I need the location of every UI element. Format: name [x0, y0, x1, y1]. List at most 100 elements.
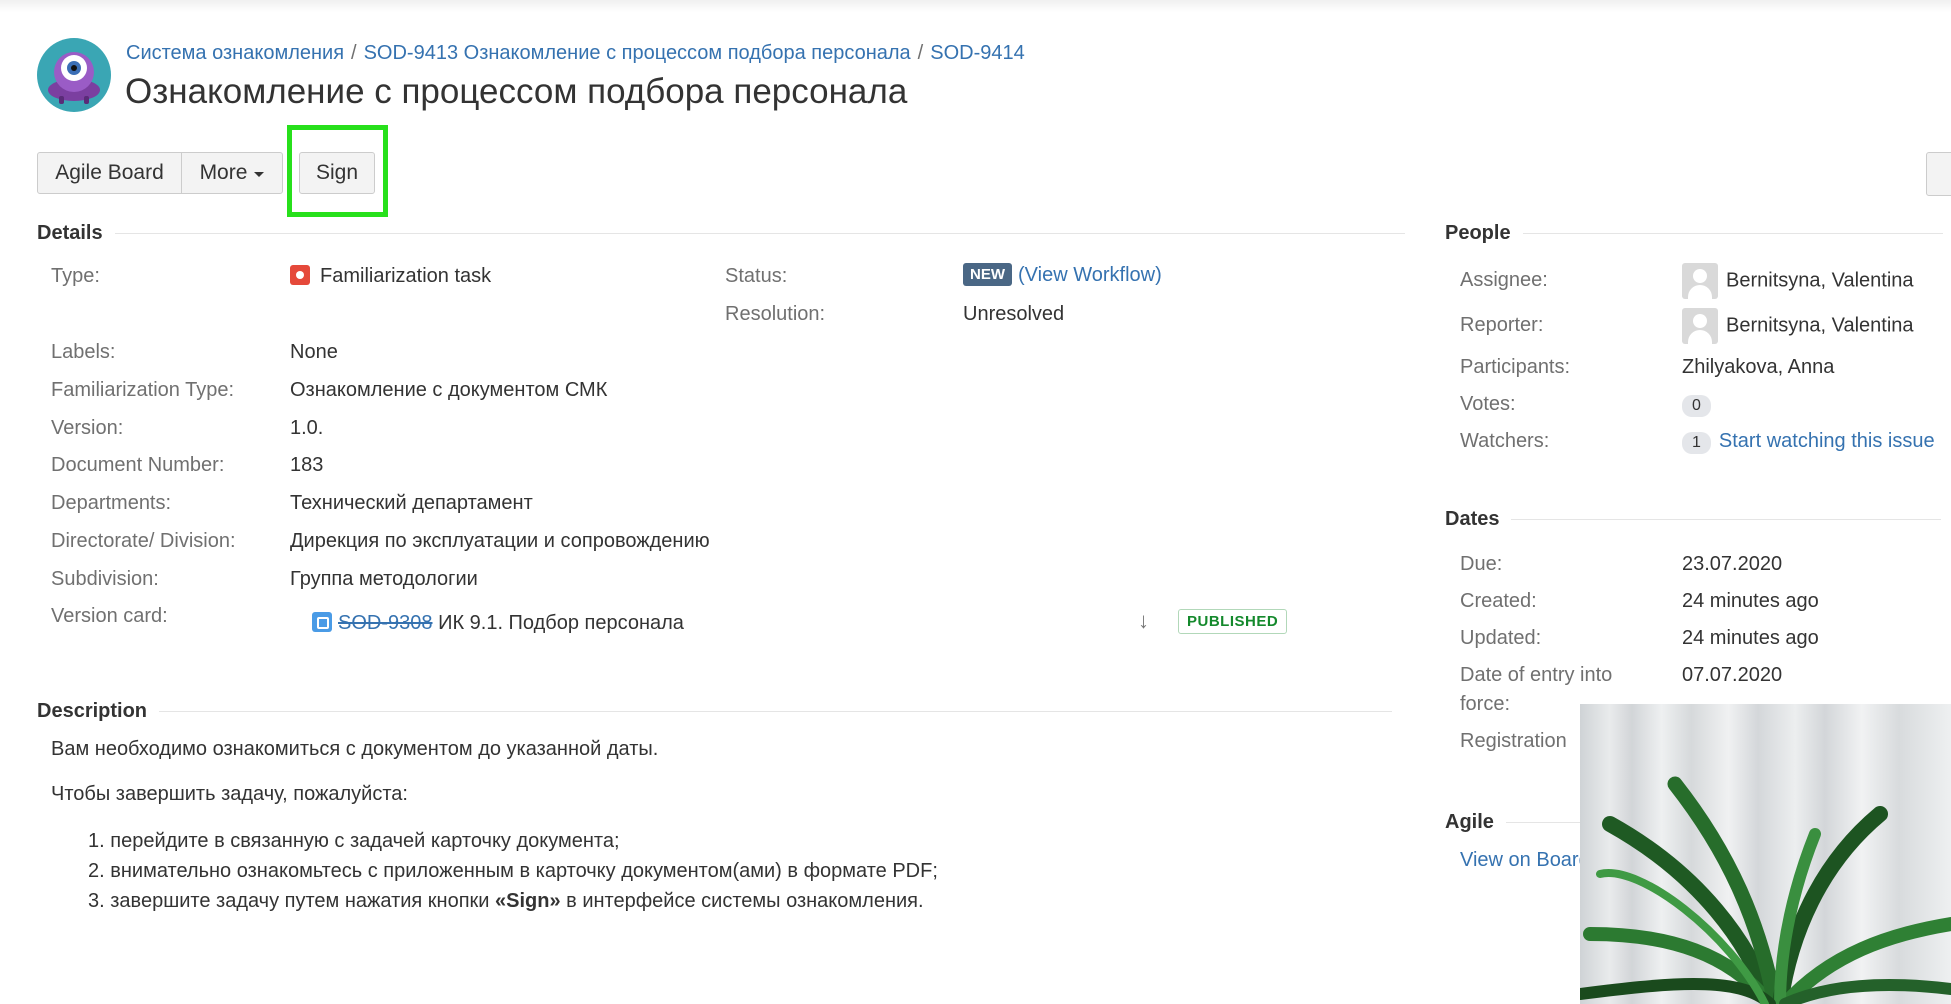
dates-section-header: Dates	[1445, 508, 1942, 531]
familiarization-task-icon	[290, 265, 310, 285]
resolution-value: Unresolved	[963, 303, 1065, 325]
divider	[114, 233, 1405, 234]
assignee-name: Bernitsyna, Valentina	[1726, 269, 1914, 292]
departments-value: Технический департамент	[290, 492, 533, 514]
participants-value[interactable]: Zhilyakova, Anna	[1682, 356, 1834, 379]
more-button[interactable]: More	[181, 152, 283, 194]
status-label: Status:	[725, 265, 788, 287]
chevron-down-icon	[254, 172, 265, 177]
start-watching-link[interactable]: Start watching this issue	[1719, 430, 1935, 452]
updated-label: Updated:	[1460, 627, 1542, 649]
breadcrumb: Система ознакомления / SOD-9413 Ознакомлен…	[126, 42, 1025, 65]
familiarization-type-label: Familiarization Type:	[51, 379, 235, 401]
votes-label: Votes:	[1460, 393, 1516, 415]
labels-label: Labels:	[51, 341, 116, 363]
agile-board-button[interactable]: Agile Board	[37, 152, 182, 194]
watchers-label: Watchers:	[1460, 430, 1550, 452]
agile-board-label: Agile Board	[55, 161, 164, 184]
watchers-count-badge: 1	[1682, 432, 1711, 454]
people-section-header: People	[1445, 222, 1943, 245]
reporter-label: Reporter:	[1460, 314, 1544, 336]
due-value: 23.07.2020	[1682, 553, 1783, 575]
breadcrumb-separator: /	[917, 42, 924, 64]
reporter-name: Bernitsyna, Valentina	[1726, 314, 1914, 337]
right-toolbar-button[interactable]	[1926, 152, 1951, 196]
top-shadow	[0, 0, 1951, 12]
version-card-label: Version card:	[51, 605, 168, 627]
votes-value[interactable]: 0	[1682, 393, 1719, 417]
directorate-label: Directorate/ Division:	[51, 530, 236, 552]
list-item: 1. перейдите в связанную с задачей карто…	[88, 826, 938, 856]
arrow-down-icon[interactable]: ↓	[1138, 608, 1149, 634]
paren-open: (	[1018, 264, 1025, 286]
description-steps-list: 1. перейдите в связанную с задачей карто…	[88, 826, 938, 916]
list-item-text-end: в интерфейсе системы ознакомления.	[560, 890, 924, 912]
sign-button[interactable]: Sign	[299, 152, 375, 194]
entry-into-force-label: Date of entry into	[1460, 664, 1613, 686]
sign-label: Sign	[315, 161, 359, 184]
list-item-number: 2.	[88, 860, 105, 882]
reporter-value[interactable]: Bernitsyna, Valentina	[1682, 308, 1914, 344]
details-heading: Details	[37, 222, 103, 244]
breadcrumb-parent-issue[interactable]: SOD-9413 Ознакомление с процессом подбор…	[364, 42, 911, 64]
assignee-value[interactable]: Bernitsyna, Valentina	[1682, 263, 1914, 299]
dates-heading: Dates	[1445, 508, 1500, 530]
due-label: Due:	[1460, 553, 1503, 575]
plant-photo-overlay	[1580, 704, 1951, 1004]
version-card-key-link[interactable]: SOD-9308	[338, 612, 433, 634]
list-item-number: 3.	[88, 890, 105, 912]
people-heading: People	[1445, 222, 1511, 244]
type-label: Type:	[51, 265, 100, 287]
description-heading: Description	[37, 700, 148, 722]
votes-count-badge: 0	[1682, 395, 1711, 417]
document-number-label: Document Number:	[51, 454, 225, 476]
description-line-2: Чтобы завершить задачу, пожалуйста:	[51, 783, 408, 805]
familiarization-type-value: Ознакомление с документом СМК	[290, 379, 608, 401]
registration-label: Registration	[1460, 730, 1567, 752]
divider	[159, 711, 1393, 712]
divider	[1511, 519, 1942, 520]
project-avatar-icon[interactable]	[37, 38, 111, 112]
view-workflow-link[interactable]: View Workflow	[1025, 264, 1155, 286]
more-label: More	[199, 161, 248, 184]
entry-into-force-value: 07.07.2020	[1682, 664, 1783, 686]
description-line-1: Вам необходимо ознакомиться с документом…	[51, 738, 659, 760]
divider	[1522, 233, 1943, 234]
details-section-header: Details	[37, 222, 1405, 245]
description-section-header: Description	[37, 700, 1393, 723]
list-item-text: перейдите в связанную с задачей карточку…	[110, 830, 620, 852]
created-value: 24 minutes ago	[1682, 590, 1819, 612]
published-status-badge: PUBLISHED	[1178, 609, 1288, 634]
breadcrumb-project[interactable]: Система ознакомления	[126, 42, 344, 64]
created-label: Created:	[1460, 590, 1537, 612]
subdivision-value: Группа методологии	[290, 568, 478, 590]
avatar	[1682, 308, 1718, 344]
breadcrumb-issue-key[interactable]: SOD-9414	[930, 42, 1025, 64]
status-badge: NEW	[963, 263, 1012, 286]
participants-label: Participants:	[1460, 356, 1571, 378]
list-item: 2. внимательно ознакомьтесь с приложенны…	[88, 856, 938, 886]
list-item-number: 1.	[88, 830, 105, 852]
resolution-label: Resolution:	[725, 303, 826, 325]
view-on-board-link[interactable]: View on Board	[1460, 849, 1590, 872]
assignee-label: Assignee:	[1460, 269, 1548, 291]
list-item-text: внимательно ознакомьтесь с приложенным в…	[110, 860, 938, 882]
version-value: 1.0.	[290, 417, 324, 439]
paren-close: )	[1155, 264, 1162, 286]
list-item: 3. завершите задачу путем нажатия кнопки…	[88, 886, 938, 916]
entry-into-force-label-cont: force:	[1460, 693, 1511, 715]
version-card-link: SOD-9308 ИК 9.1. Подбор персонала	[312, 612, 684, 635]
type-value-text: Familiarization task	[320, 265, 492, 287]
labels-value: None	[290, 341, 338, 363]
version-label: Version:	[51, 417, 124, 439]
departments-label: Departments:	[51, 492, 172, 514]
status-value: NEW (View Workflow)	[963, 263, 1162, 287]
sign-emphasis: «Sign»	[495, 890, 561, 912]
page-title: Ознакомление с процессом подбора персона…	[125, 72, 908, 111]
document-number-value: 183	[290, 454, 324, 476]
updated-value: 24 minutes ago	[1682, 627, 1819, 649]
type-value: Familiarization task	[290, 265, 491, 288]
subdivision-label: Subdivision:	[51, 568, 159, 590]
linked-document-icon	[312, 612, 332, 632]
version-card-summary: ИК 9.1. Подбор персонала	[438, 612, 684, 634]
